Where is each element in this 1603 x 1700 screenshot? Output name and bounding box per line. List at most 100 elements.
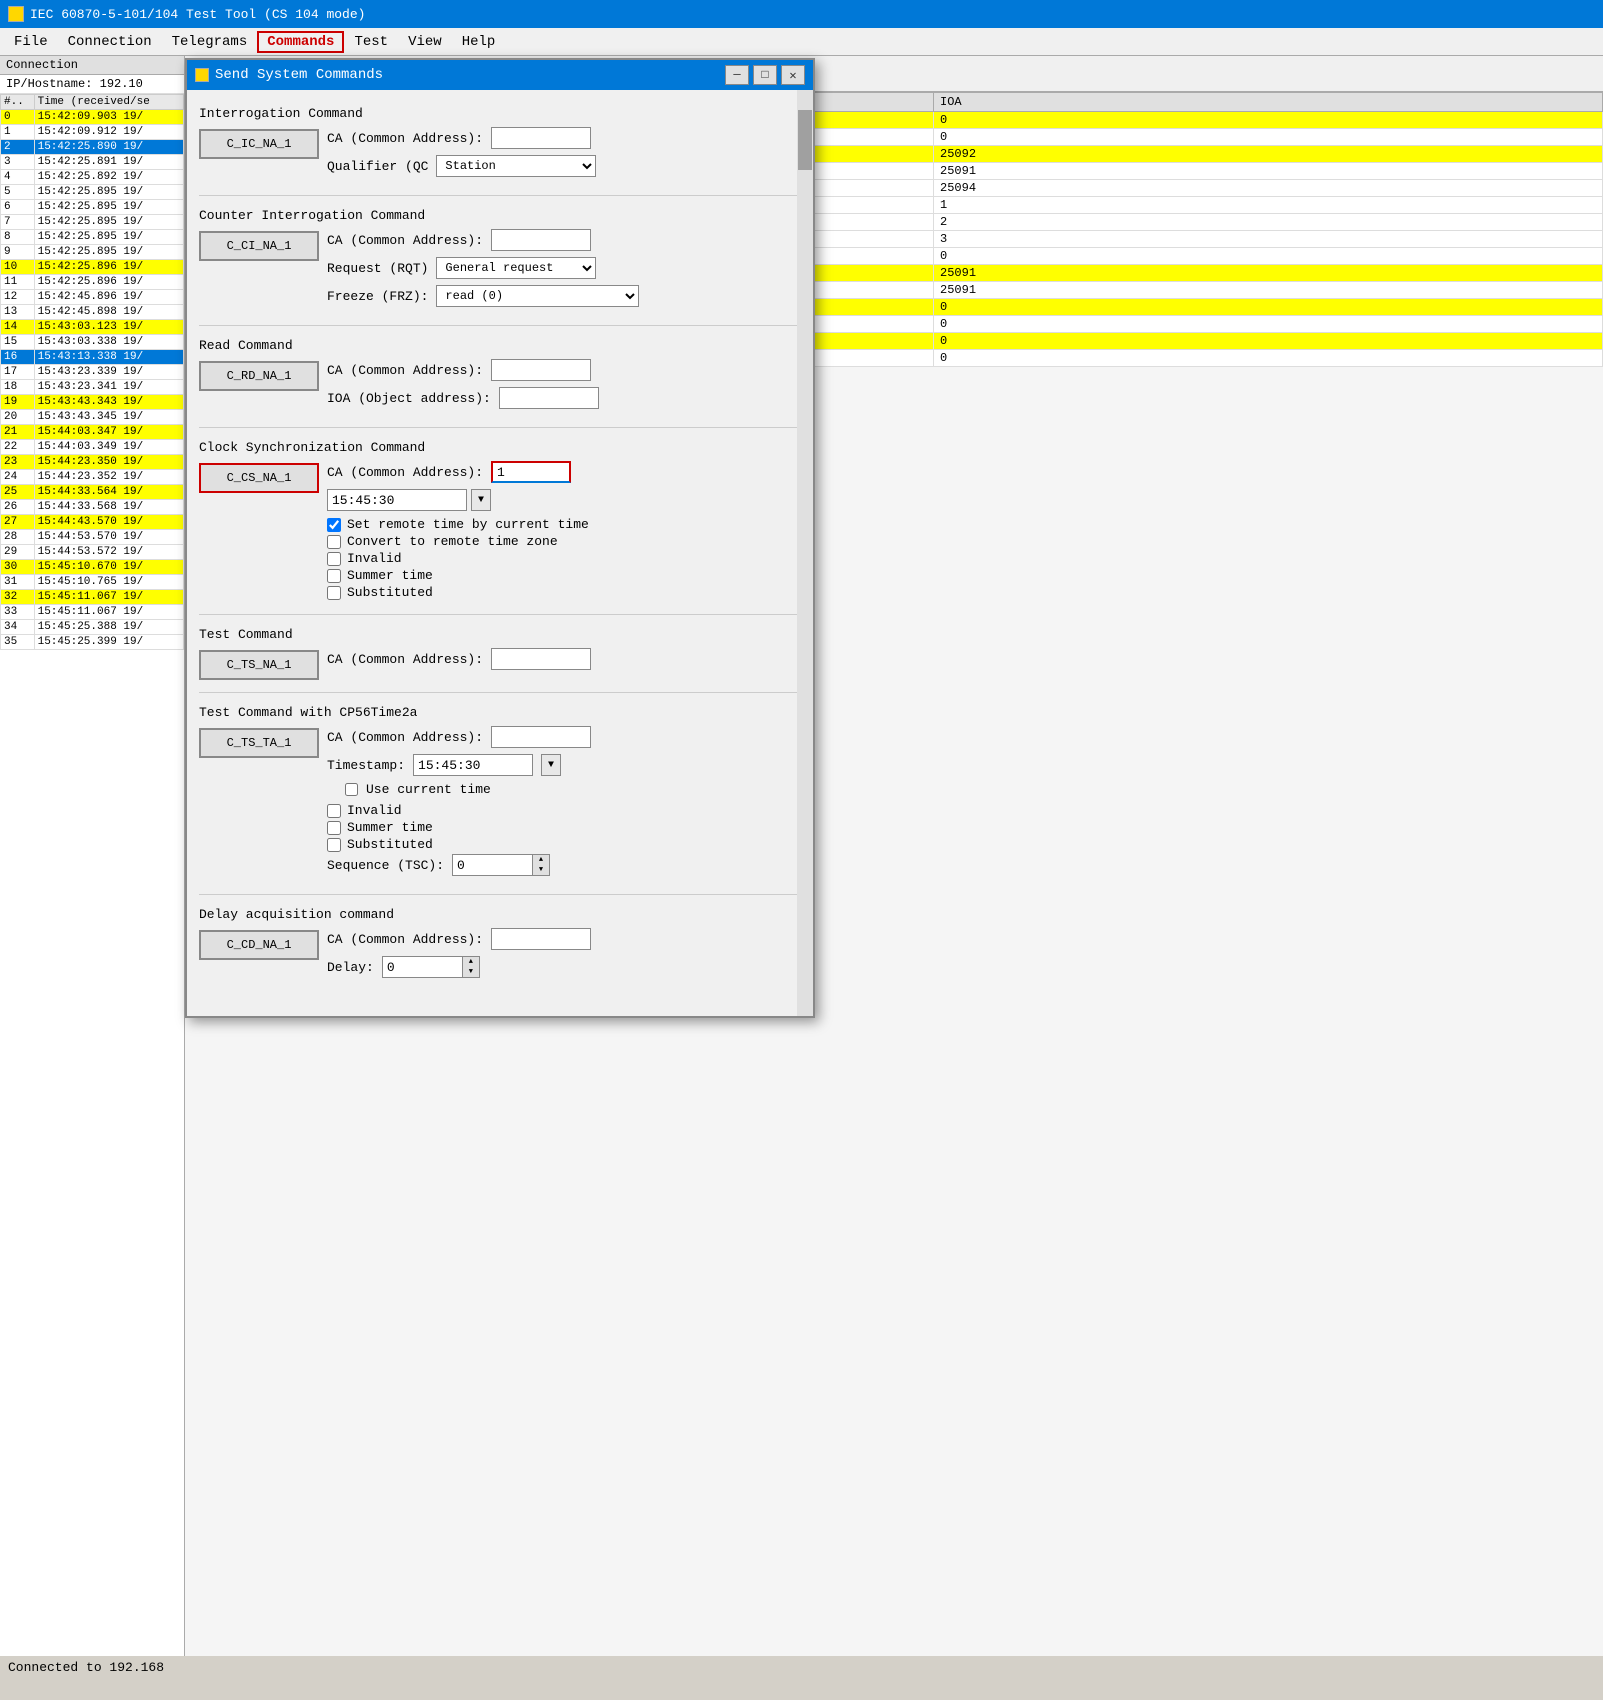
menu-telegrams[interactable]: Telegrams — [162, 31, 258, 53]
counter-freeze-label: Freeze (FRZ): — [327, 289, 428, 304]
log-row[interactable]: 1315:42:45.898 19/ — [1, 305, 184, 320]
counter-freeze-select[interactable]: read (0) freeze without reset (1) freeze… — [436, 285, 639, 307]
cp56-substituted-checkbox[interactable] — [327, 838, 341, 852]
test-cp56-ts-dropdown[interactable]: ▼ — [541, 754, 561, 776]
interrogation-ca-input[interactable] — [491, 127, 591, 149]
dialog-controls: ─ □ ✕ — [725, 65, 805, 85]
clock-time-dropdown[interactable]: ▼ — [471, 489, 491, 511]
c-ic-na-1-button[interactable]: C_IC_NA_1 — [199, 129, 319, 159]
log-row[interactable]: 1015:42:25.896 19/ — [1, 260, 184, 275]
scrollbar-thumb[interactable] — [798, 110, 812, 170]
log-row[interactable]: 1715:43:23.339 19/ — [1, 365, 184, 380]
log-row[interactable]: 1615:43:13.338 19/ — [1, 350, 184, 365]
log-row[interactable]: 215:42:25.890 19/ — [1, 140, 184, 155]
log-row[interactable]: 2515:44:33.564 19/ — [1, 485, 184, 500]
read-ca-input[interactable] — [491, 359, 591, 381]
maximize-button[interactable]: □ — [753, 65, 777, 85]
log-row[interactable]: 2615:44:33.568 19/ — [1, 500, 184, 515]
c-cs-na-1-button[interactable]: C_CS_NA_1 — [199, 463, 319, 493]
clock-sync-section: Clock Synchronization Command C_CS_NA_1 … — [199, 440, 801, 615]
log-row[interactable]: 3415:45:25.388 19/ — [1, 620, 184, 635]
cp56-substituted-label: Substituted — [347, 837, 433, 852]
read-ca-row: CA (Common Address): — [327, 359, 599, 381]
log-row[interactable]: 1915:43:43.343 19/ — [1, 395, 184, 410]
delay-ca-input[interactable] — [491, 928, 591, 950]
delay-spin-down[interactable]: ▼ — [463, 967, 479, 977]
test-ca-input[interactable] — [491, 648, 591, 670]
c-rd-na-1-button[interactable]: C_RD_NA_1 — [199, 361, 319, 391]
log-row[interactable]: 2215:44:03.349 19/ — [1, 440, 184, 455]
log-row[interactable]: 915:42:25.895 19/ — [1, 245, 184, 260]
clock-ca-label: CA (Common Address): — [327, 465, 483, 480]
log-row[interactable]: 1515:43:03.338 19/ — [1, 335, 184, 350]
set-remote-time-checkbox[interactable] — [327, 518, 341, 532]
c-ci-na-1-button[interactable]: C_CI_NA_1 — [199, 231, 319, 261]
interrogation-qualifier-select[interactable]: Station Group 1 Group 2 — [436, 155, 596, 177]
substituted-checkbox[interactable] — [327, 586, 341, 600]
check-substituted-row: Substituted — [327, 585, 589, 600]
log-row[interactable]: 2715:44:43.570 19/ — [1, 515, 184, 530]
log-row[interactable]: 515:42:25.895 19/ — [1, 185, 184, 200]
menu-test[interactable]: Test — [344, 31, 398, 53]
log-row[interactable]: 1215:42:45.896 19/ — [1, 290, 184, 305]
counter-request-select[interactable]: General request Counter 1 Counter 2 — [436, 257, 596, 279]
test-cp56-ts-row: Timestamp: ▼ — [327, 754, 591, 776]
log-row[interactable]: 3215:45:11.067 19/ — [1, 590, 184, 605]
invalid-checkbox[interactable] — [327, 552, 341, 566]
c-ts-na-1-button[interactable]: C_TS_NA_1 — [199, 650, 319, 680]
delay-val-input[interactable] — [382, 956, 462, 978]
spin-down[interactable]: ▼ — [533, 865, 549, 875]
test-cp56-use-current-row: Use current time — [327, 782, 591, 797]
test-cp56-ca-input[interactable] — [491, 726, 591, 748]
test-cp56-seq-spin[interactable]: ▲ ▼ — [532, 854, 550, 876]
log-row[interactable]: 2115:44:03.347 19/ — [1, 425, 184, 440]
log-row[interactable]: 2015:43:43.345 19/ — [1, 410, 184, 425]
log-row[interactable]: 615:42:25.895 19/ — [1, 200, 184, 215]
log-row[interactable]: 815:42:25.895 19/ — [1, 230, 184, 245]
log-row[interactable]: 3515:45:25.399 19/ — [1, 635, 184, 650]
log-panel: Connection IP/Hostname: 192.10 #.. Time … — [0, 56, 185, 1656]
log-row[interactable]: 3015:45:10.670 19/ — [1, 560, 184, 575]
cp56-invalid-checkbox[interactable] — [327, 804, 341, 818]
log-row[interactable]: 715:42:25.895 19/ — [1, 215, 184, 230]
menu-help[interactable]: Help — [452, 31, 506, 53]
summer-time-checkbox[interactable] — [327, 569, 341, 583]
c-cd-na-1-button[interactable]: C_CD_NA_1 — [199, 930, 319, 960]
cp56-summer-checkbox[interactable] — [327, 821, 341, 835]
log-row[interactable]: 3315:45:11.067 19/ — [1, 605, 184, 620]
use-current-time-checkbox[interactable] — [345, 783, 358, 796]
test-cp56-seq-input[interactable] — [452, 854, 532, 876]
counter-ca-input[interactable] — [491, 229, 591, 251]
read-ioa-input[interactable] — [499, 387, 599, 409]
menu-view[interactable]: View — [398, 31, 452, 53]
log-row[interactable]: 2315:44:23.350 19/ — [1, 455, 184, 470]
convert-timezone-checkbox[interactable] — [327, 535, 341, 549]
log-row[interactable]: 2915:44:53.572 19/ — [1, 545, 184, 560]
clock-ca-input[interactable] — [491, 461, 571, 483]
test-cp56-ts-input[interactable] — [413, 754, 533, 776]
dialog-body: Interrogation Command C_IC_NA_1 CA (Comm… — [187, 90, 813, 1016]
close-button[interactable]: ✕ — [781, 65, 805, 85]
minimize-button[interactable]: ─ — [725, 65, 749, 85]
menu-commands[interactable]: Commands — [257, 31, 344, 53]
substituted-label: Substituted — [347, 585, 433, 600]
log-row[interactable]: 1815:43:23.341 19/ — [1, 380, 184, 395]
delay-val-spin[interactable]: ▲ ▼ — [462, 956, 480, 978]
log-row[interactable]: 415:42:25.892 19/ — [1, 170, 184, 185]
spin-up[interactable]: ▲ — [533, 855, 549, 865]
clock-time-input[interactable] — [327, 489, 467, 511]
menu-connection[interactable]: Connection — [58, 31, 162, 53]
log-row[interactable]: 015:42:09.903 19/ — [1, 110, 184, 125]
dialog-scrollbar[interactable] — [797, 90, 813, 1016]
log-row[interactable]: 2815:44:53.570 19/ — [1, 530, 184, 545]
log-row[interactable]: 1415:43:03.123 19/ — [1, 320, 184, 335]
log-row[interactable]: 315:42:25.891 19/ — [1, 155, 184, 170]
menu-file[interactable]: File — [4, 31, 58, 53]
log-row[interactable]: 3115:45:10.765 19/ — [1, 575, 184, 590]
test-cp56-ca-row: CA (Common Address): — [327, 726, 591, 748]
log-row[interactable]: 1115:42:25.896 19/ — [1, 275, 184, 290]
c-ts-ta-1-button[interactable]: C_TS_TA_1 — [199, 728, 319, 758]
log-row[interactable]: 115:42:09.912 19/ — [1, 125, 184, 140]
log-row[interactable]: 2415:44:23.352 19/ — [1, 470, 184, 485]
delay-spin-up[interactable]: ▲ — [463, 957, 479, 967]
